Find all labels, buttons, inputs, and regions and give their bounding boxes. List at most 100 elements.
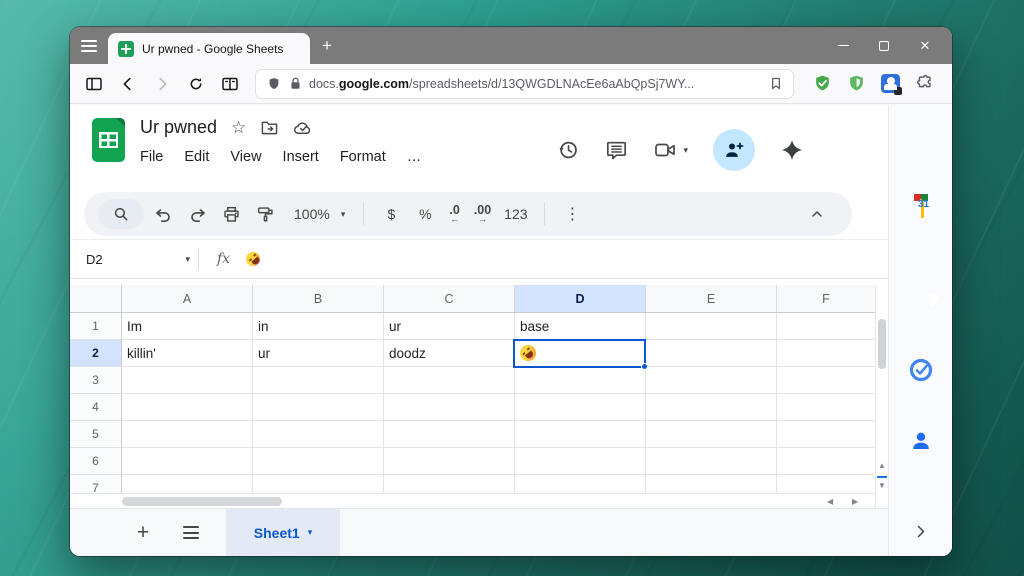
scroll-down-icon[interactable]: ▼ — [876, 482, 888, 490]
paint-format-icon[interactable] — [250, 199, 280, 229]
redo-icon[interactable] — [182, 199, 212, 229]
document-title[interactable]: Ur pwned — [140, 117, 217, 138]
cell-d1[interactable]: base — [515, 313, 646, 340]
cell-e5[interactable] — [646, 421, 777, 448]
sheets-logo-icon[interactable] — [92, 118, 125, 162]
cell-e4[interactable] — [646, 394, 777, 421]
horizontal-scrollbar[interactable]: ◀ ▶ — [70, 493, 875, 508]
gemini-sparkle-icon[interactable] — [780, 138, 804, 162]
menu-insert[interactable]: Insert — [283, 149, 319, 165]
cell-c6[interactable] — [384, 448, 515, 475]
add-sheet-button[interactable]: + — [128, 521, 158, 545]
increase-decimal-button[interactable]: .00→ — [469, 204, 496, 225]
name-box[interactable]: D2 ▾ — [70, 252, 198, 267]
sheet-tab-dropdown-icon[interactable]: ▾ — [308, 527, 313, 538]
cell-b1[interactable]: in — [253, 313, 384, 340]
cell-d5[interactable] — [515, 421, 646, 448]
decrease-decimal-button[interactable]: .0← — [444, 204, 464, 225]
privacy-extension-icon[interactable] — [881, 74, 900, 93]
column-header-c[interactable]: C — [384, 285, 515, 313]
print-icon[interactable] — [216, 199, 246, 229]
cell-a5[interactable] — [122, 421, 253, 448]
name-box-dropdown-icon[interactable]: ▾ — [185, 254, 190, 265]
cell-e6[interactable] — [646, 448, 777, 475]
move-folder-icon[interactable] — [260, 119, 279, 136]
star-icon[interactable]: ☆ — [231, 119, 246, 136]
cell-d3[interactable] — [515, 367, 646, 394]
reader-view-icon[interactable] — [216, 70, 244, 98]
menu-edit[interactable]: Edit — [184, 149, 209, 165]
cell-d2-selected[interactable] — [515, 340, 646, 367]
scroll-left-icon[interactable]: ◀ — [827, 497, 833, 506]
extensions-puzzle-icon[interactable] — [915, 74, 934, 93]
cell-f1[interactable] — [777, 313, 875, 340]
url-bar[interactable]: docs.google.com/spreadsheets/d/13QWGDLNA… — [256, 70, 793, 98]
cloud-saved-icon[interactable] — [293, 120, 314, 136]
cell-c5[interactable] — [384, 421, 515, 448]
version-history-icon[interactable] — [556, 138, 580, 162]
cell-c1[interactable]: ur — [384, 313, 515, 340]
cell-b3[interactable] — [253, 367, 384, 394]
cell-d7[interactable] — [515, 475, 646, 493]
cell-f5[interactable] — [777, 421, 875, 448]
scroll-right-icon[interactable]: ▶ — [852, 497, 858, 506]
select-all-corner[interactable] — [70, 285, 122, 313]
row-header-7[interactable]: 7 — [70, 475, 122, 493]
horizontal-scrollbar-thumb[interactable] — [122, 497, 282, 506]
cell-f2[interactable] — [777, 340, 875, 367]
cell-f3[interactable] — [777, 367, 875, 394]
scroll-up-icon[interactable]: ▲ — [876, 462, 888, 470]
new-tab-button[interactable]: + — [310, 36, 344, 56]
menu-view[interactable]: View — [230, 149, 261, 165]
cell-a7[interactable] — [122, 475, 253, 493]
antivirus-shield-icon[interactable] — [813, 74, 832, 93]
undo-icon[interactable] — [148, 199, 178, 229]
column-header-f[interactable]: F — [777, 285, 875, 313]
back-icon[interactable] — [114, 70, 142, 98]
cell-c3[interactable] — [384, 367, 515, 394]
formula-value-rofl-emoji[interactable] — [243, 249, 263, 269]
fill-handle[interactable] — [641, 363, 648, 370]
forward-icon[interactable] — [148, 70, 176, 98]
cell-a2[interactable]: killin' — [122, 340, 253, 367]
cell-b7[interactable] — [253, 475, 384, 493]
row-header-1[interactable]: 1 — [70, 313, 122, 340]
cell-c2[interactable]: doodz — [384, 340, 515, 367]
search-icon[interactable] — [98, 199, 144, 229]
lock-icon[interactable] — [289, 76, 302, 91]
reload-icon[interactable] — [182, 70, 210, 98]
menu-overflow[interactable]: … — [407, 149, 422, 165]
cell-d6[interactable] — [515, 448, 646, 475]
vertical-scrollbar[interactable]: ▲ ▼ — [875, 285, 888, 508]
more-options-icon[interactable]: ⋮ — [557, 199, 589, 229]
cell-e2[interactable] — [646, 340, 777, 367]
row-header-2[interactable]: 2 — [70, 340, 122, 367]
google-contacts-icon[interactable] — [909, 429, 933, 453]
cell-c7[interactable] — [384, 475, 515, 493]
column-header-d[interactable]: D — [515, 285, 646, 313]
menu-format[interactable]: Format — [340, 149, 386, 165]
cell-a6[interactable] — [122, 448, 253, 475]
cell-f4[interactable] — [777, 394, 875, 421]
cell-f7[interactable] — [777, 475, 875, 493]
sheet-tab-active[interactable]: Sheet1 ▾ — [226, 509, 340, 557]
menu-file[interactable]: File — [140, 149, 163, 165]
sidebar-toggle-icon[interactable] — [80, 70, 108, 98]
cell-c4[interactable] — [384, 394, 515, 421]
comments-icon[interactable] — [605, 139, 628, 162]
all-sheets-icon[interactable] — [176, 526, 206, 539]
minimize-button[interactable] — [836, 39, 850, 53]
cell-a3[interactable] — [122, 367, 253, 394]
cell-b4[interactable] — [253, 394, 384, 421]
collapse-toolbar-icon[interactable] — [802, 199, 832, 229]
bookmark-icon[interactable] — [769, 76, 783, 91]
row-header-5[interactable]: 5 — [70, 421, 122, 448]
vertical-scrollbar-thumb[interactable] — [878, 319, 886, 369]
hamburger-menu-icon[interactable] — [70, 40, 108, 52]
video-call-icon[interactable]: ▾ — [653, 139, 688, 161]
number-format-button[interactable]: 123 — [500, 199, 531, 229]
column-header-b[interactable]: B — [253, 285, 384, 313]
cell-f6[interactable] — [777, 448, 875, 475]
hide-side-panel-icon[interactable] — [912, 523, 929, 540]
maximize-button[interactable] — [877, 39, 891, 53]
